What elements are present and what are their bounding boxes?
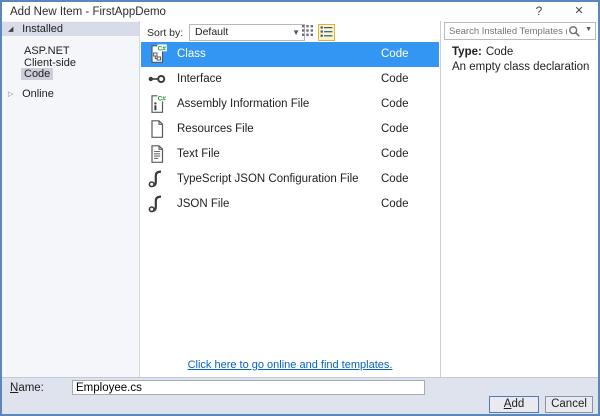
title-bar[interactable]: Add New Item - FirstAppDemo ? ✕ [2,2,598,21]
template-row[interactable]: C# Class Code [141,42,439,67]
template-row[interactable]: C# Assembly Information File Code [141,92,439,117]
template-category-tag: Code [381,92,409,117]
template-category-tag: Code [381,42,409,67]
expander-collapsed-icon[interactable]: ▷ [8,88,19,102]
template-name: JSON File [177,192,229,217]
template-category-tree: ◢ Installed ASP.NETClient-sideCode ▷ Onl… [2,21,140,377]
template-category-tag: Code [381,117,409,142]
online-templates-link-row: Click here to go online and find templat… [140,359,440,371]
sidebar-item-label: Code [24,68,50,80]
search-chevron-down-icon[interactable]: ▼ [585,26,592,33]
template-row[interactable]: Interface Code [141,67,439,92]
file-name-input[interactable] [72,380,425,395]
sidebar-item-code[interactable]: Code [21,68,53,80]
template-name: Text File [177,142,220,167]
template-row[interactable]: JSON File Code [141,192,439,217]
template-row[interactable]: Text File Code [141,142,439,167]
template-row[interactable]: Resources File Code [141,117,439,142]
sidebar-item-client-side[interactable]: Client-side [21,57,79,69]
sidebar-item-asp-net[interactable]: ASP.NET [21,45,73,57]
name-label: Name: [10,382,44,394]
svg-text:C#: C# [158,95,167,102]
template-list-panel: Sort by: Default ▼ C#ClassCodeInterfaceC… [140,21,440,377]
template-list: C# Class Code Interface Code C# Assembly Infor… [140,21,440,377]
search-icon[interactable] [568,25,581,38]
template-name: Assembly Information File [177,92,309,117]
go-online-link[interactable]: Click here to go online and find templat… [188,359,393,371]
template-category-tag: Code [381,67,409,92]
template-category-tag: Code [381,142,409,167]
template-category-tag: Code [381,167,409,192]
template-name: Resources File [177,117,254,142]
installed-group-label: Installed [22,23,63,35]
dialog-footer: Name: Add Cancel [2,377,598,414]
search-input[interactable] [449,24,567,38]
dialog-title: Add New Item - FirstAppDemo [10,6,166,18]
close-icon[interactable]: ✕ [564,2,594,21]
search-box[interactable]: ▼ [444,22,596,40]
cancel-button[interactable]: Cancel [545,396,593,413]
assembly-info-file-icon: C# [147,94,167,114]
template-name: Class [177,42,206,67]
sidebar-item-label: Client-side [24,57,76,69]
help-icon[interactable]: ? [524,2,554,21]
template-name: TypeScript JSON Configuration File [177,167,359,192]
template-name: Interface [177,67,222,92]
add-new-item-dialog: Add New Item - FirstAppDemo ? ✕ ◢ Instal… [0,0,600,416]
resources-file-icon [147,119,167,139]
interface-icon [147,69,167,89]
template-category-tag: Code [381,192,409,217]
details-panel: ▼ Type: Code An empty class declaration [440,21,598,377]
svg-text:C#: C# [158,45,167,52]
class-file-icon: C# [147,44,167,64]
type-value: Code [486,46,514,58]
online-group-label: Online [22,88,54,100]
json-file-icon [147,194,167,214]
template-row[interactable]: TypeScript JSON Configuration File Code [141,167,439,192]
template-description: An empty class declaration [452,61,589,73]
type-label: Type: [452,46,482,58]
json-file-icon [147,169,167,189]
tree-group-online[interactable]: ▷ Online [2,87,139,101]
add-button[interactable]: Add [489,396,539,413]
dialog-body: ◢ Installed ASP.NETClient-sideCode ▷ Onl… [2,21,598,377]
sidebar-item-label: ASP.NET [24,45,70,57]
text-file-icon [147,144,167,164]
template-type-row: Type: Code [452,46,513,58]
expander-expanded-icon[interactable]: ◢ [8,23,19,37]
tree-group-installed[interactable]: ◢ Installed [2,22,139,36]
